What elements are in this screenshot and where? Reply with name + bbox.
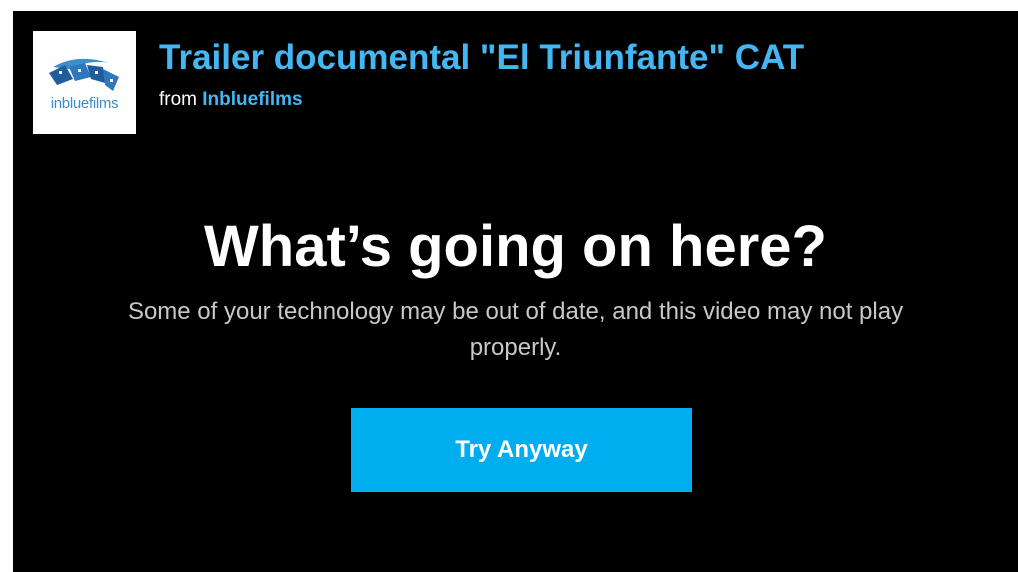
video-player-frame: inbluefilms Trailer documental "El Triun… (13, 11, 1018, 572)
logo-wordmark: inbluefilms (50, 95, 119, 112)
video-title-block: Trailer documental "El Triunfante" CAT f… (159, 37, 804, 111)
video-header: inbluefilms Trailer documental "El Triun… (33, 31, 804, 134)
film-reel-icon (49, 58, 119, 91)
byline-prefix: from (159, 89, 197, 110)
try-anyway-button[interactable]: Try Anyway (351, 408, 692, 492)
byline: from Inbluefilms (159, 89, 804, 111)
outdated-warning: What’s going on here? Some of your techn… (13, 215, 1018, 366)
warning-headline: What’s going on here? (204, 214, 827, 279)
warning-subtext: Some of your technology may be out of da… (127, 298, 904, 361)
author-link[interactable]: Inbluefilms (202, 89, 302, 110)
video-title-link[interactable]: Trailer documental "El Triunfante" CAT (159, 37, 804, 79)
channel-logo[interactable]: inbluefilms (33, 31, 136, 134)
